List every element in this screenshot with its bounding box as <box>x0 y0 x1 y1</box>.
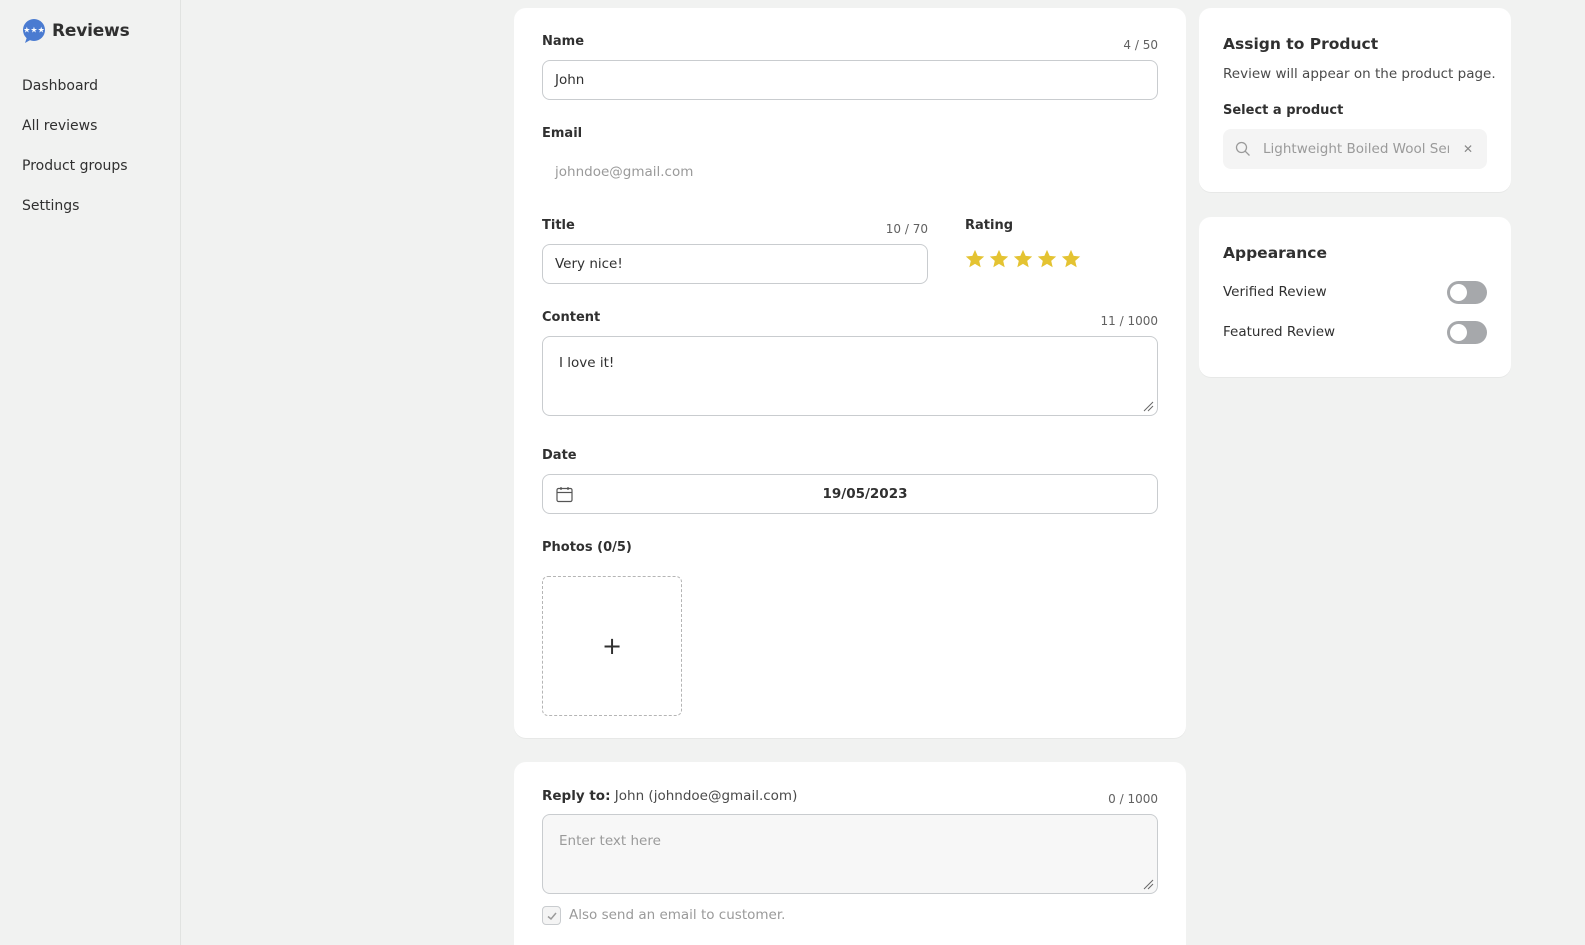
checkmark-icon <box>547 912 557 920</box>
app-name: Reviews <box>52 21 130 41</box>
date-label: Date <box>542 448 577 463</box>
star-icon[interactable] <box>1036 248 1058 270</box>
app-logo[interactable]: ★★★ Reviews <box>22 19 130 43</box>
verified-review-label: Verified Review <box>1223 284 1327 300</box>
review-form-card: Name 4 / 50 John Email johndoe@gmail.com… <box>514 8 1186 738</box>
chat-bubble-icon: ★★★ <box>23 19 45 43</box>
assign-product-card: Assign to Product Review will appear on … <box>1199 8 1511 192</box>
rating-label: Rating <box>965 218 1014 233</box>
email-input[interactable]: johndoe@gmail.com <box>542 152 1158 192</box>
reply-label: Reply to: <box>542 788 611 804</box>
sidebar-item-all-reviews[interactable]: All reviews <box>22 118 97 134</box>
selected-product: Lightweight Boiled Wool Serape <box>1263 141 1449 157</box>
reply-textarea[interactable]: Enter text here <box>542 814 1158 894</box>
toggle-knob <box>1450 284 1467 301</box>
date-picker[interactable]: 19/05/2023 <box>542 474 1158 514</box>
name-input-value: John <box>555 72 585 88</box>
reply-header: Reply to: John (johndoe@gmail.com) <box>542 788 797 804</box>
rating-stars[interactable] <box>964 248 1082 270</box>
star-icon[interactable] <box>988 248 1010 270</box>
content-textarea-value: I love it! <box>559 355 615 371</box>
send-email-label: Also send an email to customer. <box>569 907 786 923</box>
sidebar: ★★★ Reviews Dashboard All reviews Produc… <box>0 0 181 945</box>
reply-counter: 0 / 1000 <box>1108 792 1158 806</box>
name-input[interactable]: John <box>542 60 1158 100</box>
email-label: Email <box>542 126 583 141</box>
resize-handle-icon[interactable] <box>1142 878 1154 890</box>
photos-label: Photos (0/5) <box>542 540 632 555</box>
star-icon[interactable] <box>1012 248 1034 270</box>
featured-review-label: Featured Review <box>1223 324 1336 340</box>
email-input-value: johndoe@gmail.com <box>555 164 694 180</box>
name-label: Name <box>542 34 585 49</box>
title-input[interactable]: Very nice! <box>542 244 928 284</box>
appearance-card: Appearance Verified Review Featured Revi… <box>1199 217 1511 377</box>
content-label: Content <box>542 310 601 325</box>
product-select[interactable]: Lightweight Boiled Wool Serape ✕ <box>1223 129 1487 169</box>
reply-placeholder: Enter text here <box>559 833 661 849</box>
star-icon[interactable] <box>964 248 986 270</box>
assign-product-description: Review will appear on the product page. <box>1223 66 1496 82</box>
sidebar-item-settings[interactable]: Settings <box>22 198 79 214</box>
title-counter: 10 / 70 <box>885 222 928 236</box>
svg-text:★★★: ★★★ <box>23 26 45 35</box>
content-counter: 11 / 1000 <box>1100 314 1158 328</box>
select-product-label: Select a product <box>1223 103 1344 118</box>
name-counter: 4 / 50 <box>1123 38 1158 52</box>
sidebar-item-dashboard[interactable]: Dashboard <box>22 78 98 94</box>
search-icon <box>1235 141 1250 156</box>
date-value: 19/05/2023 <box>822 486 908 502</box>
content-textarea[interactable]: I love it! <box>542 336 1158 416</box>
assign-product-title: Assign to Product <box>1223 35 1379 53</box>
sidebar-item-product-groups[interactable]: Product groups <box>22 158 128 174</box>
add-photo-button[interactable]: + <box>542 576 682 716</box>
clear-icon[interactable]: ✕ <box>1463 142 1473 156</box>
title-input-value: Very nice! <box>555 256 623 272</box>
reply-card: Reply to: John (johndoe@gmail.com) 0 / 1… <box>514 762 1186 945</box>
appearance-title: Appearance <box>1223 244 1327 262</box>
toggle-knob <box>1450 324 1467 341</box>
featured-review-toggle[interactable] <box>1447 321 1487 344</box>
resize-handle-icon[interactable] <box>1142 400 1154 412</box>
verified-review-toggle[interactable] <box>1447 281 1487 304</box>
send-email-checkbox[interactable] <box>542 906 561 925</box>
reply-recipient: John (johndoe@gmail.com) <box>614 788 798 804</box>
plus-icon: + <box>601 632 623 660</box>
star-icon[interactable] <box>1060 248 1082 270</box>
